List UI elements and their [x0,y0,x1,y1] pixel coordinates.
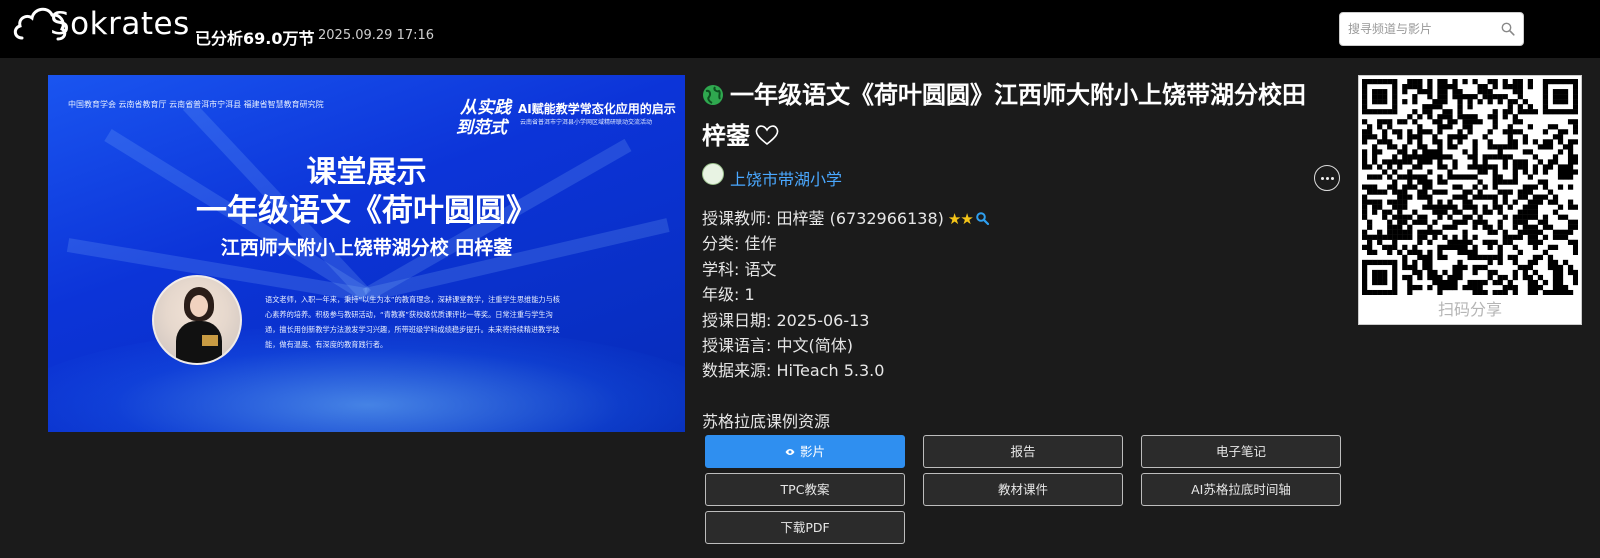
report-button[interactable]: 报告 [923,435,1123,468]
lesson-title: 一年级语文《荷叶圆圆》江西师大附小上饶带湖分校田梓蓥 [702,76,1327,157]
date-value: 2025-06-13 [776,311,870,330]
globe-icon [702,79,724,117]
teacher-photo [152,275,242,365]
e-notes-button[interactable]: 电子笔记 [1141,435,1341,468]
analyzed-count: 已分析69.0万节 [195,29,315,48]
video-button[interactable]: 影片 [705,435,905,468]
courseware-button[interactable]: 教材课件 [923,473,1123,506]
subject-value: 语文 [744,260,777,279]
teacher-value: 田梓蓥 (6732966138) [776,209,944,228]
source-row: 数据来源: HiTeach 5.3.0 [702,357,884,381]
top-bar: Sokrates 已分析69.0万节 2025.09.29 17:16 [0,0,1600,58]
tpc-lesson-plan-button[interactable]: TPC教案 [705,473,905,506]
qr-share-panel: 扫码分享 [1358,75,1582,325]
teacher-label: 授课教师: [702,209,772,228]
lesson-title-text: 一年级语文《荷叶圆圆》江西师大附小上饶带湖分校田梓蓥 [702,81,1306,150]
thumbnail-brand-headline: AI赋能教学常态化应用的启示 [518,102,676,116]
thumbnail-brand-sub: 云南省普洱市宁洱县小学网区域精研联动交流活动 [520,119,653,126]
source-label: 数据来源: [702,361,772,380]
subject-row: 学科: 语文 [702,256,777,280]
search-icon[interactable] [1501,21,1515,40]
language-label: 授课语言: [702,336,772,355]
video-thumbnail[interactable]: 中国教育学会 云南省教育厅 云南省普洱市宁洱县 福建省智慧教育研究院 从实践 到… [48,75,685,432]
teacher-book [202,335,218,346]
category-row: 分类: 佳作 [702,230,777,254]
rating-stars: ★★ [947,210,974,228]
subject-label: 学科: [702,260,740,279]
thumbnail-heading-2: 一年级语文《荷叶圆圆》 [196,193,537,229]
download-pdf-button[interactable]: 下载PDF [705,511,905,544]
thumbnail-logos: 中国教育学会 云南省教育厅 云南省普洱市宁洱县 福建省智慧教育研究院 [68,100,324,109]
grade-label: 年级: [702,285,740,304]
teacher-face [190,295,208,317]
school-name[interactable]: 上饶市带湖小学 [730,166,842,190]
school-avatar [702,163,724,185]
more-icon[interactable] [1314,165,1340,191]
eye-icon [785,436,795,467]
source-value: HiTeach 5.3.0 [776,361,885,380]
grade-row: 年级: 1 [702,281,755,305]
qr-code-icon [1362,79,1578,295]
category-label: 分类: [702,234,740,253]
current-datetime: 2025.09.29 17:16 [318,28,435,43]
date-label: 授课日期: [702,311,772,330]
video-button-label: 影片 [799,444,825,459]
logo-text: Sokrates [50,6,190,42]
language-row: 授课语言: 中文(简体) [702,332,853,356]
search-box [1339,12,1524,46]
thumbnail-brand-line2: 到范式 [456,118,507,138]
heart-icon[interactable] [754,119,780,157]
category-value: 佳作 [744,234,777,253]
magnifier-icon[interactable] [975,210,989,229]
ai-timeline-button[interactable]: AI苏格拉底时间轴 [1141,473,1341,506]
grade-value: 1 [744,285,755,304]
language-value: 中文(简体) [776,336,854,355]
qr-share-label: 扫码分享 [1437,300,1502,319]
thumbnail-heading-3: 江西师大附小上饶带湖分校 田梓蓥 [220,237,513,259]
date-row: 授课日期: 2025-06-13 [702,307,869,331]
teacher-row: 授课教师: 田梓蓥 (6732966138) ★★ [702,205,989,229]
search-input[interactable] [1348,19,1498,39]
sokrates-logo[interactable]: Sokrates [12,2,190,46]
resources-title: 苏格拉底课例资源 [702,412,831,431]
teacher-bio: 语文老师，入职一年来，秉持“以生为本”的教育理念，深耕课堂教学，注重学生思维能力… [265,295,560,349]
